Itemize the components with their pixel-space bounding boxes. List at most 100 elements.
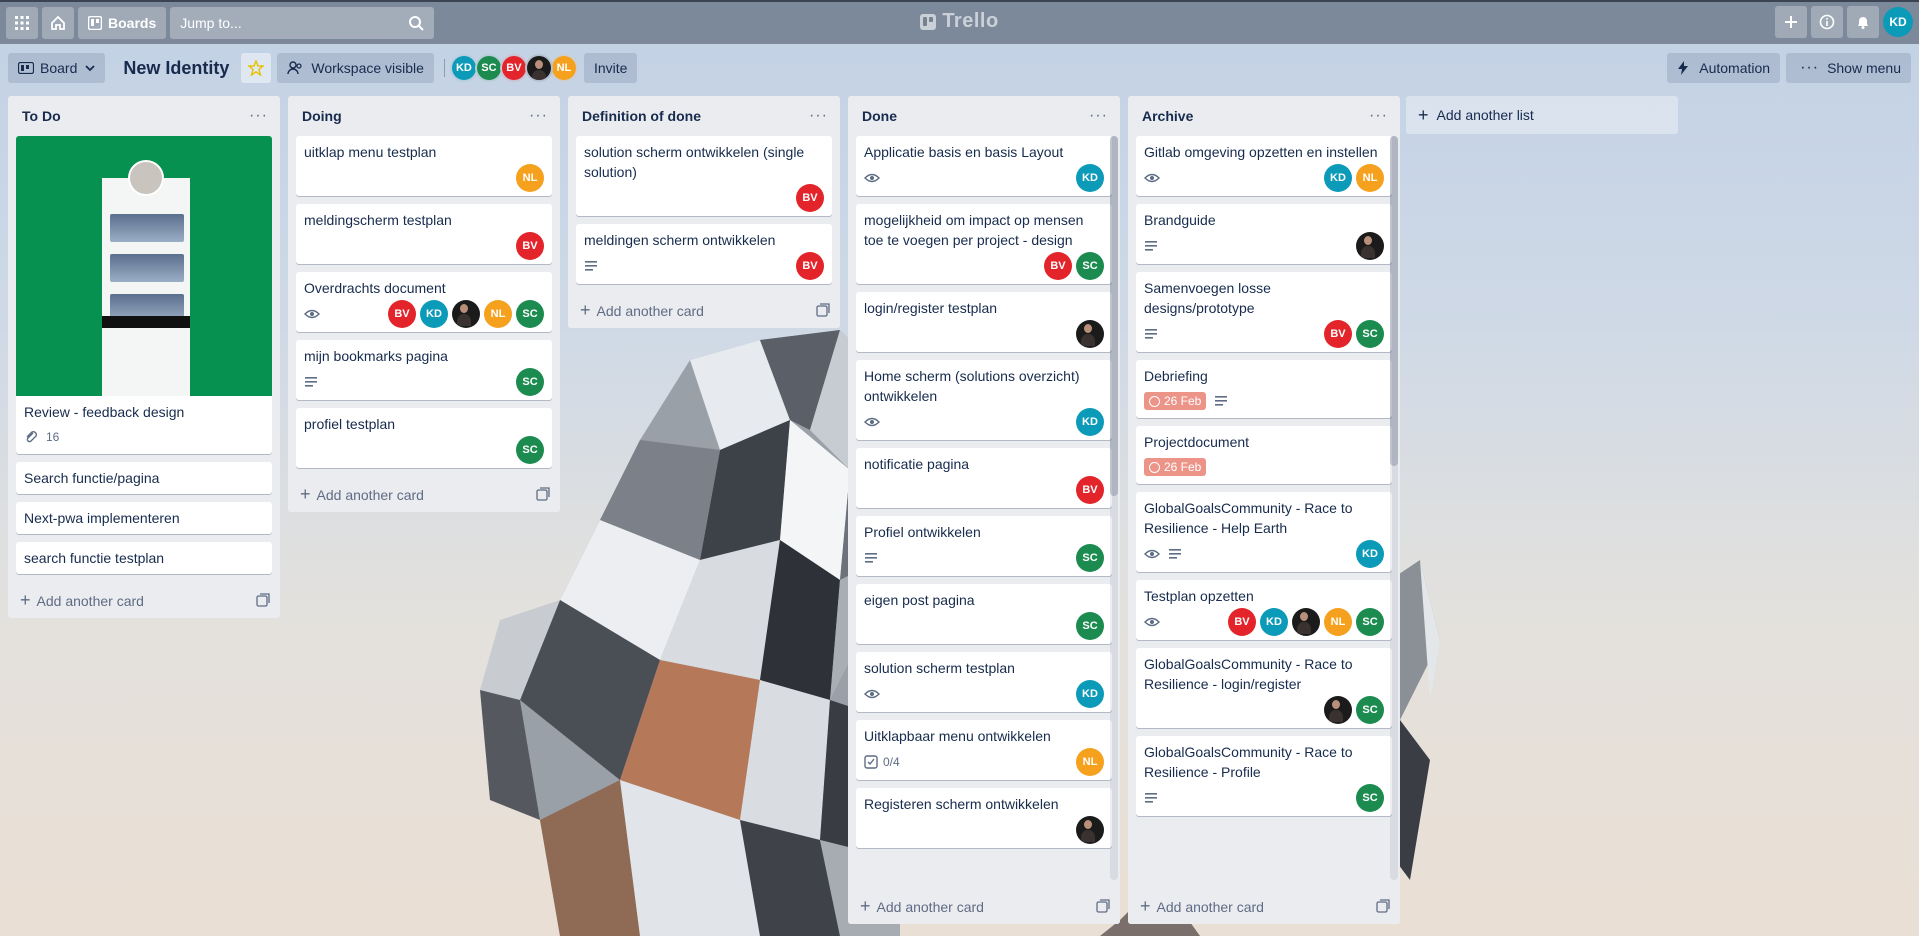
card[interactable]: Next-pwa implementeren xyxy=(16,502,272,534)
list-scrollbar-thumb[interactable] xyxy=(1390,136,1398,466)
member-avatar-photo[interactable] xyxy=(524,54,553,82)
card[interactable]: login/register testplan xyxy=(856,292,1112,352)
show-menu-button[interactable]: ··· Show menu xyxy=(1786,53,1911,83)
member-avatar[interactable]: KD xyxy=(420,300,448,328)
member-avatar[interactable]: SC xyxy=(516,436,544,464)
add-card-button[interactable]: + Add another card xyxy=(568,292,840,328)
boards-button[interactable]: Boards xyxy=(78,7,167,39)
card[interactable]: meldingscherm testplan BV xyxy=(296,204,552,264)
member-avatar[interactable]: BV xyxy=(499,54,528,82)
card[interactable]: Overdrachts document BV KD NL SC xyxy=(296,272,552,332)
due-date-badge[interactable]: 26 Feb xyxy=(1144,392,1207,410)
create-button[interactable] xyxy=(1775,6,1807,38)
card[interactable]: uitklap menu testplan NL xyxy=(296,136,552,196)
card[interactable]: meldingen scherm ontwikkelen BV xyxy=(576,224,832,284)
member-avatar[interactable]: KD xyxy=(1324,164,1352,192)
member-avatar[interactable]: KD xyxy=(1076,408,1104,436)
list-menu-ellipsis-icon[interactable]: ··· xyxy=(805,107,832,125)
list-title[interactable]: To Do xyxy=(22,108,61,124)
member-avatar-photo[interactable] xyxy=(452,300,480,328)
due-date-badge[interactable]: 26 Feb xyxy=(1144,458,1207,476)
notifications-button[interactable] xyxy=(1847,6,1879,38)
member-avatar[interactable]: BV xyxy=(1228,608,1256,636)
member-avatar[interactable]: SC xyxy=(1076,544,1104,572)
list-title[interactable]: Doing xyxy=(302,108,342,124)
list-scrollbar[interactable] xyxy=(1110,136,1118,880)
card[interactable]: search functie testplan xyxy=(16,542,272,574)
information-button[interactable] xyxy=(1811,6,1843,38)
add-card-button[interactable]: + Add another card xyxy=(848,888,1120,924)
card[interactable]: Brandguide xyxy=(1136,204,1392,264)
add-card-button[interactable]: + Add another card xyxy=(8,582,280,618)
member-avatar[interactable]: KD xyxy=(1076,680,1104,708)
automation-button[interactable]: Automation xyxy=(1667,53,1781,83)
star-board-button[interactable] xyxy=(241,53,272,83)
member-avatar[interactable]: BV xyxy=(1044,252,1072,280)
member-avatar[interactable]: NL xyxy=(484,300,512,328)
member-avatar[interactable]: NL xyxy=(516,164,544,192)
member-avatar[interactable]: KD xyxy=(1260,608,1288,636)
card[interactable]: eigen post pagina SC xyxy=(856,584,1112,644)
invite-button[interactable]: Invite xyxy=(583,53,638,83)
member-avatar-photo[interactable] xyxy=(1324,696,1352,724)
board-title[interactable]: New Identity xyxy=(111,58,241,79)
user-avatar[interactable]: KD xyxy=(1883,7,1913,37)
card[interactable]: Registeren scherm ontwikkelen xyxy=(856,788,1112,848)
member-avatar[interactable]: BV xyxy=(1076,476,1104,504)
member-avatar[interactable]: SC xyxy=(1356,696,1384,724)
card[interactable]: Search functie/pagina xyxy=(16,462,272,494)
member-avatar-photo[interactable] xyxy=(1076,816,1104,844)
member-avatar[interactable]: NL xyxy=(549,54,578,82)
list-menu-ellipsis-icon[interactable]: ··· xyxy=(1085,107,1112,125)
jump-to-search-input[interactable]: Jump to... xyxy=(170,7,435,39)
member-avatar[interactable]: BV xyxy=(388,300,416,328)
member-avatar[interactable]: SC xyxy=(516,300,544,328)
card[interactable]: Home scherm (solutions overzicht) ontwik… xyxy=(856,360,1112,440)
card[interactable]: GlobalGoalsCommunity - Race to Resilienc… xyxy=(1136,492,1392,572)
card[interactable]: Projectdocument 26 Feb xyxy=(1136,426,1392,484)
add-card-button[interactable]: + Add another card xyxy=(288,476,560,512)
card[interactable]: Debriefing 26 Feb xyxy=(1136,360,1392,418)
card[interactable]: mijn bookmarks pagina SC xyxy=(296,340,552,400)
member-avatar-photo[interactable] xyxy=(1076,320,1104,348)
board-view-switcher[interactable]: Board xyxy=(8,53,106,83)
card[interactable]: profiel testplan SC xyxy=(296,408,552,468)
member-avatar-photo[interactable] xyxy=(1292,608,1320,636)
member-avatar[interactable]: SC xyxy=(1076,612,1104,640)
card[interactable]: Applicatie basis en basis Layout KD xyxy=(856,136,1112,196)
add-card-button[interactable]: + Add another card xyxy=(1128,888,1400,924)
trello-logo[interactable]: Trello xyxy=(890,10,1030,33)
card[interactable]: Gitlab omgeving opzetten en instellen KD N… xyxy=(1136,136,1392,196)
card[interactable]: Review - feedback design 16 xyxy=(16,136,272,454)
member-avatar[interactable]: SC xyxy=(1076,252,1104,280)
card[interactable]: Profiel ontwikkelen SC xyxy=(856,516,1112,576)
member-avatar[interactable]: BV xyxy=(796,252,824,280)
member-avatar[interactable]: NL xyxy=(1324,608,1352,636)
list-scrollbar[interactable] xyxy=(1390,136,1398,880)
card[interactable]: solution scherm ontwikkelen (single solu… xyxy=(576,136,832,216)
member-avatar[interactable]: SC xyxy=(474,54,503,82)
card[interactable]: Samenvoegen losse designs/prototype BV SC xyxy=(1136,272,1392,352)
card[interactable]: Uitklapbaar menu ontwikkelen 0/4 NL xyxy=(856,720,1112,780)
list-title[interactable]: Archive xyxy=(1142,108,1193,124)
list-title[interactable]: Definition of done xyxy=(582,108,701,124)
member-avatar[interactable]: SC xyxy=(1356,784,1384,812)
member-avatar[interactable]: NL xyxy=(1076,748,1104,776)
member-avatar[interactable]: BV xyxy=(516,232,544,260)
member-avatar[interactable]: SC xyxy=(1356,320,1384,348)
member-avatar[interactable]: KD xyxy=(1076,164,1104,192)
member-avatar[interactable]: BV xyxy=(796,184,824,212)
workspace-visibility-button[interactable]: Workspace visible xyxy=(277,53,434,83)
list-title[interactable]: Done xyxy=(862,108,897,124)
member-avatar-photo[interactable] xyxy=(1356,232,1384,260)
card[interactable]: GlobalGoalsCommunity - Race to Resilienc… xyxy=(1136,736,1392,816)
card[interactable]: solution scherm testplan KD xyxy=(856,652,1112,712)
card[interactable]: Testplan opzetten BV KD NL SC xyxy=(1136,580,1392,640)
member-avatar[interactable]: NL xyxy=(1356,164,1384,192)
list-menu-ellipsis-icon[interactable]: ··· xyxy=(245,107,272,125)
add-list-button[interactable]: + Add another list xyxy=(1406,96,1678,134)
card[interactable]: notificatie pagina BV xyxy=(856,448,1112,508)
card[interactable]: GlobalGoalsCommunity - Race to Resilienc… xyxy=(1136,648,1392,728)
member-avatar[interactable]: KD xyxy=(1356,540,1384,568)
member-avatar[interactable]: SC xyxy=(1356,608,1384,636)
